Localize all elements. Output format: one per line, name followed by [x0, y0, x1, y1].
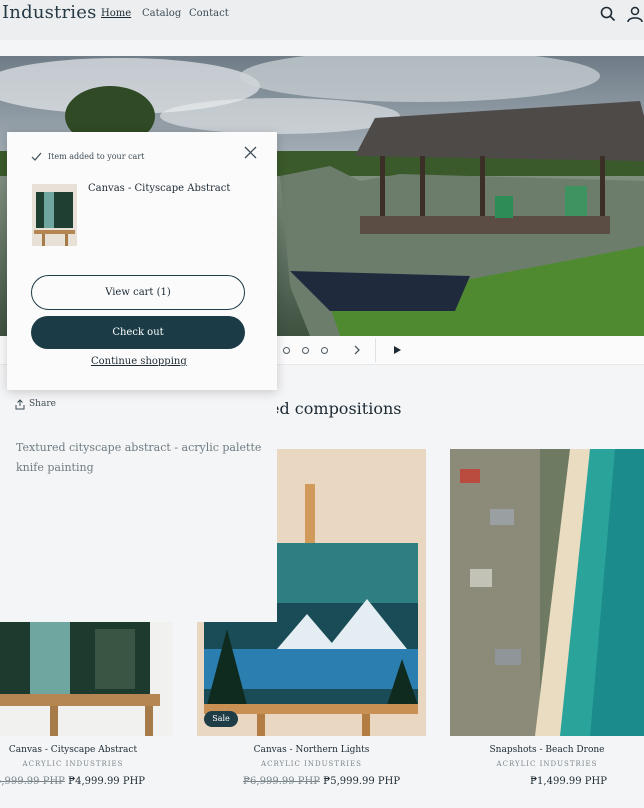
product-info-panel [0, 390, 277, 622]
product-price: ₱1,499.99 PHP [530, 776, 607, 787]
view-cart-button[interactable]: View cart (1) [31, 275, 245, 310]
slide-dot[interactable] [302, 347, 309, 354]
original-price: ₱6,999.99 PHP [243, 776, 320, 787]
share-button[interactable]: Share [29, 399, 56, 409]
sale-price: ₱4,999.99 PHP [68, 776, 146, 787]
account-icon[interactable] [626, 5, 644, 23]
close-icon[interactable] [244, 146, 257, 159]
product-name[interactable]: Canvas - Cityscape Abstract [0, 745, 146, 755]
checkmark-icon [31, 152, 42, 161]
product-vendor: ACRYLIC INDUSTRIES [22, 760, 124, 768]
product-description: Textured cityscape abstract - acrylic pa… [16, 441, 262, 474]
original-price: 5,999.99 PHP [0, 776, 65, 787]
sale-badge: Sale [204, 711, 238, 727]
slide-dot[interactable] [321, 347, 328, 354]
checkout-button[interactable]: Check out [31, 316, 245, 349]
share-icon[interactable] [15, 399, 25, 410]
product-price: 5,999.99 PHP ₱4,999.99 PHP [0, 776, 145, 787]
added-to-cart-message: Item added to your cart [48, 152, 145, 161]
product-vendor: ACRYLIC INDUSTRIES [496, 760, 598, 768]
sale-price: ₱5,999.99 PHP [323, 776, 401, 787]
continue-shopping-link[interactable]: Continue shopping [91, 356, 187, 367]
control-divider [375, 338, 376, 362]
site-header [0, 0, 644, 40]
chevron-right-icon[interactable] [352, 345, 362, 355]
product-name[interactable]: Canvas - Northern Lights [197, 745, 426, 755]
cart-item-thumbnail [32, 184, 77, 246]
nav-home[interactable]: Home [101, 8, 131, 19]
cart-notification [7, 132, 277, 390]
nav-contact[interactable]: Contact [189, 8, 229, 19]
play-icon[interactable] [392, 345, 402, 355]
product-vendor: ACRYLIC INDUSTRIES [261, 760, 362, 768]
nav-catalog[interactable]: Catalog [142, 8, 181, 19]
search-icon[interactable] [599, 5, 617, 23]
store-logo[interactable]: Industries [2, 2, 97, 23]
product-price: ₱6,999.99 PHP ₱5,999.99 PHP [243, 776, 400, 787]
product-name[interactable]: Snapshots - Beach Drone [450, 745, 644, 755]
product-image-beach-drone[interactable] [450, 449, 644, 736]
section-title: ed compositions [270, 399, 402, 418]
cart-item-title: Canvas - Cityscape Abstract [88, 183, 231, 194]
slide-dot[interactable] [283, 347, 290, 354]
